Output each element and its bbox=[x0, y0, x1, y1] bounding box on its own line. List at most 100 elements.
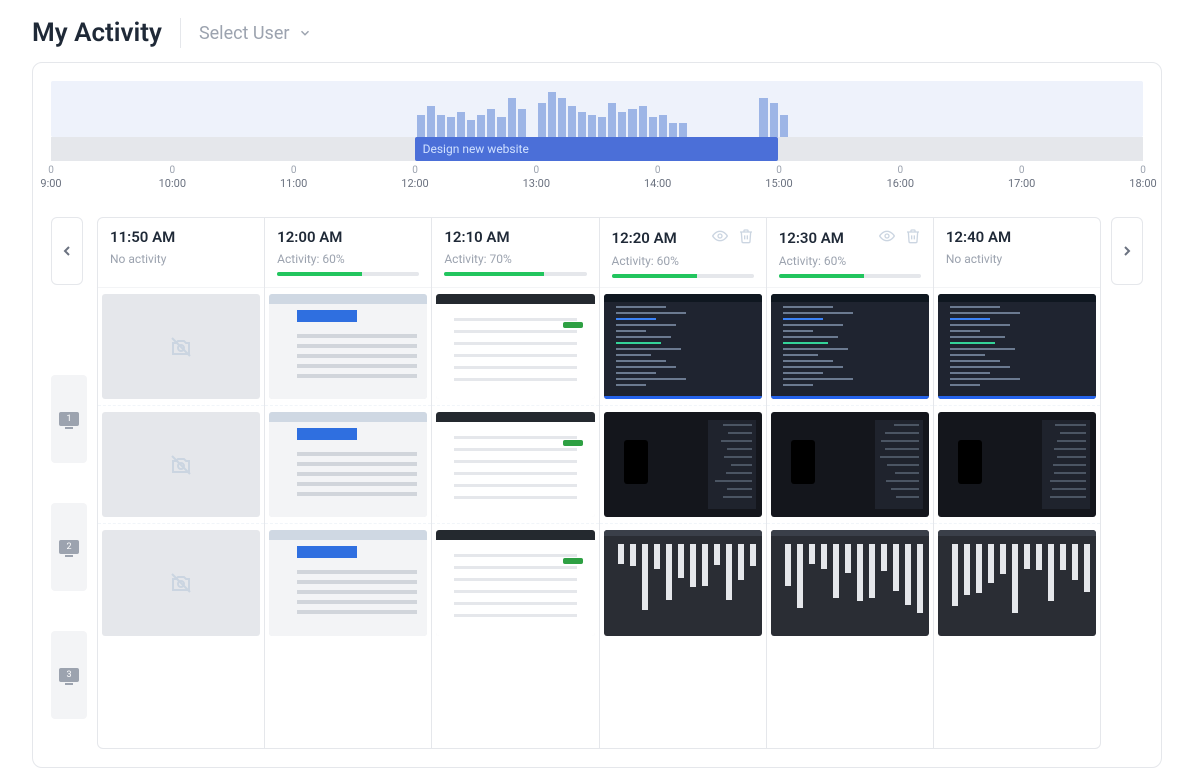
screenshot-thumbnail[interactable] bbox=[436, 294, 594, 399]
screenshot-thumbnail[interactable] bbox=[436, 530, 594, 636]
column-time: 11:50 AM bbox=[110, 228, 252, 246]
timeline-tick-label: 11:00 bbox=[280, 177, 307, 190]
timeline-labels: 09:00010:00011:00012:00013:00014:00015:0… bbox=[51, 165, 1143, 193]
activity-label: No activity bbox=[946, 252, 1088, 266]
activity-label: Activity: 60% bbox=[779, 254, 921, 268]
timeline-tick-label: 12:00 bbox=[401, 177, 428, 190]
column-header: 12:10 AM Activity: 70% bbox=[432, 218, 598, 288]
screenshot-thumbnail[interactable] bbox=[436, 412, 594, 517]
thumbnail-row bbox=[767, 406, 933, 524]
column-time: 12:30 AM bbox=[779, 228, 921, 248]
activity-progress bbox=[612, 274, 754, 278]
column-header: 12:00 AM Activity: 60% bbox=[265, 218, 431, 288]
timeline-tick-label: 10:00 bbox=[159, 177, 186, 190]
header-divider bbox=[180, 18, 181, 48]
timeline-task-strip: Design new website bbox=[51, 137, 1143, 161]
activity-column: 11:50 AM No activity bbox=[98, 218, 265, 748]
screenshot-thumbnail[interactable] bbox=[771, 412, 929, 517]
activity-progress bbox=[444, 272, 586, 276]
chevron-down-icon bbox=[298, 26, 312, 40]
timeline-histogram bbox=[51, 81, 1143, 137]
column-time: 12:40 AM bbox=[946, 228, 1088, 246]
timeline-tick-label: 16:00 bbox=[887, 177, 914, 190]
timeline-tick-label: 14:00 bbox=[644, 177, 671, 190]
column-header: 11:50 AM No activity bbox=[98, 218, 264, 288]
thumbnail-row bbox=[98, 288, 264, 406]
column-time: 12:20 AM bbox=[612, 228, 754, 248]
trash-icon[interactable] bbox=[738, 228, 754, 248]
screenshot-thumbnail[interactable] bbox=[604, 294, 762, 399]
activity-progress bbox=[779, 274, 921, 278]
activity-column: 12:00 AM Activity: 60% bbox=[265, 218, 432, 748]
camera-off-icon bbox=[169, 335, 193, 359]
timeline[interactable]: Design new website 09:00010:00011:00012:… bbox=[51, 81, 1143, 193]
chevron-left-icon bbox=[59, 243, 75, 259]
prev-page-button[interactable] bbox=[51, 217, 83, 285]
screenshot-empty bbox=[102, 412, 260, 517]
page-title: My Activity bbox=[32, 18, 162, 48]
view-icon[interactable] bbox=[879, 228, 895, 248]
next-page-button[interactable] bbox=[1111, 217, 1143, 285]
screenshot-thumbnail[interactable] bbox=[771, 294, 929, 399]
monitor-icon: 3 bbox=[59, 668, 79, 682]
column-header: 12:30 AM Activity: 60% bbox=[767, 218, 933, 288]
screenshot-thumbnail[interactable] bbox=[604, 530, 762, 636]
screenshot-thumbnail[interactable] bbox=[269, 530, 427, 636]
thumbnail-row bbox=[432, 406, 598, 524]
timeline-tick-label: 17:00 bbox=[1008, 177, 1035, 190]
thumbnail-row bbox=[265, 406, 431, 524]
monitor-icon: 1 bbox=[59, 412, 79, 426]
view-icon[interactable] bbox=[712, 228, 728, 248]
trash-icon[interactable] bbox=[905, 228, 921, 248]
activity-column: 12:10 AM Activity: 70% bbox=[432, 218, 599, 748]
column-time: 12:10 AM bbox=[444, 228, 586, 246]
thumbnail-row bbox=[767, 288, 933, 406]
screenshot-thumbnail[interactable] bbox=[938, 530, 1096, 636]
screenshot-thumbnail[interactable] bbox=[269, 412, 427, 517]
camera-off-icon bbox=[169, 571, 193, 595]
timeline-task[interactable]: Design new website bbox=[415, 137, 779, 161]
thumbnail-row bbox=[934, 406, 1100, 524]
timeline-tick-label: 13:00 bbox=[523, 177, 550, 190]
thumbnail-row bbox=[98, 406, 264, 524]
column-time: 12:00 AM bbox=[277, 228, 419, 246]
timeline-tick-label: 15:00 bbox=[765, 177, 792, 190]
activity-label: Activity: 70% bbox=[444, 252, 586, 266]
thumbnail-row bbox=[600, 524, 766, 642]
timeline-task-label: Design new website bbox=[423, 142, 529, 156]
column-header: 12:40 AM No activity bbox=[934, 218, 1100, 288]
thumbnail-row bbox=[98, 524, 264, 642]
chevron-right-icon bbox=[1119, 243, 1135, 259]
screenshot-thumbnail[interactable] bbox=[938, 412, 1096, 517]
thumbnail-row bbox=[432, 524, 598, 642]
select-user-label: Select User bbox=[199, 23, 290, 44]
screen-rail-3: 3 bbox=[51, 631, 87, 719]
select-user-dropdown[interactable]: Select User bbox=[199, 23, 312, 44]
activity-label: Activity: 60% bbox=[277, 252, 419, 266]
screenshot-thumbnail[interactable] bbox=[771, 530, 929, 636]
thumbnail-row bbox=[934, 524, 1100, 642]
activity-progress bbox=[277, 272, 419, 276]
screenshot-empty bbox=[102, 530, 260, 636]
thumbnail-row bbox=[600, 288, 766, 406]
activity-label: Activity: 60% bbox=[612, 254, 754, 268]
activity-grid: 11:50 AM No activity 12:00 AM Activity: 60%… bbox=[97, 217, 1101, 749]
thumbnail-row bbox=[432, 288, 598, 406]
activity-column: 12:40 AM No activity bbox=[934, 218, 1100, 748]
timeline-tick-label: 18:00 bbox=[1129, 177, 1156, 190]
thumbnail-row bbox=[600, 406, 766, 524]
thumbnail-row bbox=[265, 524, 431, 642]
activity-column: 12:30 AM Activity: 60% bbox=[767, 218, 934, 748]
screenshot-thumbnail[interactable] bbox=[604, 412, 762, 517]
screenshot-thumbnail[interactable] bbox=[269, 294, 427, 399]
activity-label: No activity bbox=[110, 252, 252, 266]
camera-off-icon bbox=[169, 453, 193, 477]
screen-rail-2: 2 bbox=[51, 503, 87, 591]
timeline-tick-label: 9:00 bbox=[40, 177, 61, 190]
screenshot-empty bbox=[102, 294, 260, 399]
thumbnail-row bbox=[934, 288, 1100, 406]
screen-rail-1: 1 bbox=[51, 375, 87, 463]
thumbnail-row bbox=[265, 288, 431, 406]
screenshot-thumbnail[interactable] bbox=[938, 294, 1096, 399]
monitor-icon: 2 bbox=[59, 540, 79, 554]
